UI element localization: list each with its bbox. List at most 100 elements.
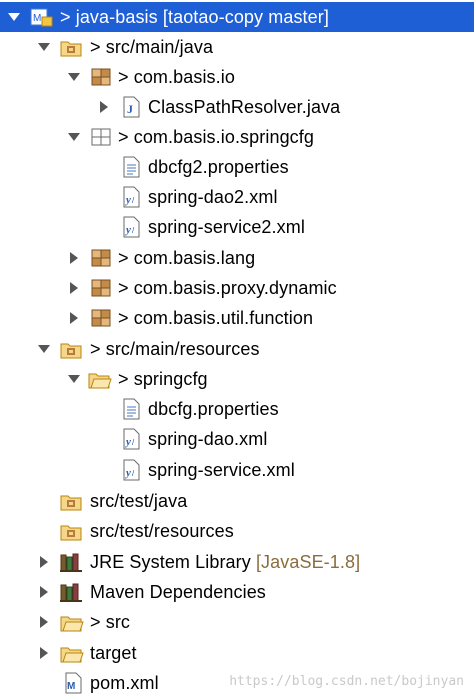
tree-row-folder-target[interactable]: target [0, 638, 474, 668]
package-empty-icon [90, 126, 112, 148]
tree-item-label: spring-service.xml [148, 460, 295, 480]
tree-item-label: src [105, 612, 131, 632]
source-folder-icon [60, 490, 82, 512]
package-icon [90, 277, 112, 299]
tree-row-xml-file[interactable]: y / spring-dao.xml [0, 424, 474, 454]
tree-item-label: com.basis.io.springcfg [133, 127, 314, 147]
xml-file-icon: y / [120, 459, 142, 481]
folder-icon [88, 368, 112, 390]
library-icon [60, 581, 82, 603]
tree-row-properties-file[interactable]: dbcfg.properties [0, 394, 474, 424]
tree-row-properties-file[interactable]: dbcfg2.properties [0, 152, 474, 182]
tree-row-maven-dependencies[interactable]: Maven Dependencies [0, 577, 474, 607]
expand-chevron-right-icon[interactable] [36, 584, 52, 600]
tree-item-label: springcfg [133, 369, 208, 389]
watermark: https://blog.csdn.net/bojinyan [229, 674, 464, 689]
tree-item-label: spring-dao2.xml [148, 187, 278, 207]
tree-row-java-file[interactable]: J ClassPathResolver.java [0, 92, 474, 122]
tree-item-prefix: > [90, 339, 106, 359]
library-icon [60, 551, 82, 573]
tree-item-prefix: > [118, 67, 134, 87]
tree-item-label: src/test/resources [90, 521, 234, 541]
xml-file-icon: y / [120, 186, 142, 208]
tree-item-label: dbcfg2.properties [148, 157, 289, 177]
tree-item-label: src/main/java [105, 37, 214, 57]
svg-text:y: y [124, 194, 131, 206]
project-prefix: > [60, 7, 76, 27]
package-icon [90, 247, 112, 269]
tree-item-prefix: > [118, 278, 134, 298]
svg-text:M: M [33, 13, 41, 24]
properties-file-icon [120, 156, 142, 178]
expand-chevron-right-icon[interactable] [66, 250, 82, 266]
pom-file-icon: M [62, 672, 84, 694]
expand-chevron-down-icon[interactable] [36, 341, 52, 357]
tree-item-label: spring-service2.xml [148, 217, 305, 237]
svg-text:y: y [124, 467, 131, 479]
maven-project-icon: M [30, 6, 53, 28]
tree-row-jre-library[interactable]: JRE System Library [JavaSE-1.8] [0, 547, 474, 577]
tree-item-prefix: > [118, 308, 134, 328]
source-folder-icon [60, 520, 82, 542]
tree-row-src-main-java[interactable]: > src/main/java [0, 32, 474, 62]
properties-file-icon [120, 398, 142, 420]
tree-item-label: dbcfg.properties [148, 399, 279, 419]
expand-chevron-down-icon[interactable] [6, 9, 22, 25]
tree-item-label: JRE System Library [90, 552, 251, 572]
expand-chevron-right-icon[interactable] [36, 614, 52, 630]
tree-row-package-springcfg[interactable]: > com.basis.io.springcfg [0, 122, 474, 152]
source-folder-icon [60, 36, 82, 58]
expand-chevron-right-icon[interactable] [36, 554, 52, 570]
tree-item-label: pom.xml [90, 673, 159, 693]
package-icon [90, 66, 112, 88]
folder-icon [60, 611, 84, 633]
tree-row-package-com-basis-proxy-dynamic[interactable]: > com.basis.proxy.dynamic [0, 273, 474, 303]
expand-chevron-down-icon[interactable] [36, 39, 52, 55]
tree-item-label: Maven Dependencies [90, 582, 266, 602]
tree-item-prefix: > [118, 248, 134, 268]
tree-row-project[interactable]: M > java-basis [taotao-copy master] [0, 2, 474, 32]
tree-item-label: com.basis.util.function [133, 308, 314, 328]
expand-chevron-down-icon[interactable] [66, 69, 82, 85]
tree-item-prefix: > [118, 369, 134, 389]
svg-text:J: J [127, 102, 133, 116]
tree-item-label: com.basis.proxy.dynamic [133, 278, 337, 298]
tree-item-prefix: > [90, 612, 106, 632]
tree-row-folder-springcfg[interactable]: > springcfg [0, 364, 474, 394]
tree-item-label: com.basis.io [133, 67, 235, 87]
svg-text:M: M [67, 681, 75, 692]
svg-text:y: y [124, 224, 131, 236]
expand-chevron-right-icon[interactable] [66, 310, 82, 326]
tree-row-package-com-basis-lang[interactable]: > com.basis.lang [0, 243, 474, 273]
tree-item-label: com.basis.lang [133, 248, 256, 268]
tree-row-package-com-basis-util-function[interactable]: > com.basis.util.function [0, 303, 474, 333]
project-decoration: [taotao-copy master] [162, 7, 329, 27]
tree-item-label: target [90, 643, 137, 663]
project-label: java-basis [75, 7, 158, 27]
tree-row-src-main-resources[interactable]: > src/main/resources [0, 334, 474, 364]
svg-text:y: y [124, 436, 131, 448]
tree-row-xml-file[interactable]: y / spring-dao2.xml [0, 182, 474, 212]
expand-chevron-down-icon[interactable] [66, 371, 82, 387]
java-file-icon: J [120, 96, 142, 118]
tree-item-label: src/main/resources [105, 339, 260, 359]
tree-row-xml-file[interactable]: y / spring-service.xml [0, 455, 474, 485]
tree-row-folder-src[interactable]: > src [0, 607, 474, 637]
tree-row-src-test-java[interactable]: src/test/java [0, 486, 474, 516]
tree-item-label: src/test/java [90, 491, 188, 511]
tree-row-src-test-resources[interactable]: src/test/resources [0, 516, 474, 546]
tree-row-package-com-basis-io[interactable]: > com.basis.io [0, 62, 474, 92]
expand-chevron-right-icon[interactable] [66, 280, 82, 296]
tree-item-prefix: > [90, 37, 106, 57]
expand-chevron-right-icon[interactable] [36, 645, 52, 661]
xml-file-icon: y / [120, 428, 142, 450]
source-folder-icon [60, 338, 82, 360]
tree-item-decoration: [JavaSE-1.8] [255, 552, 361, 572]
xml-file-icon: y / [120, 216, 142, 238]
expand-chevron-right-icon[interactable] [96, 99, 112, 115]
tree-item-label: ClassPathResolver.java [148, 97, 341, 117]
package-icon [90, 307, 112, 329]
tree-item-label: spring-dao.xml [148, 429, 268, 449]
tree-row-xml-file[interactable]: y / spring-service2.xml [0, 212, 474, 242]
expand-chevron-down-icon[interactable] [66, 129, 82, 145]
